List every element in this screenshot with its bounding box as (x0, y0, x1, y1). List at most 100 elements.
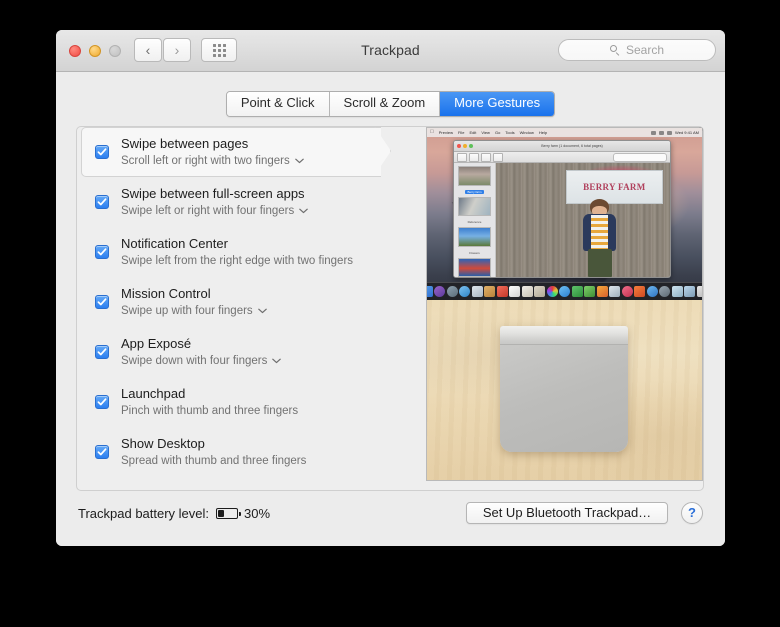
gesture-title: Notification Center (121, 236, 228, 251)
apple-logo-icon:  (430, 130, 434, 135)
gesture-subtitle-text: Pinch with thumb and three fingers (121, 405, 299, 417)
battery-fill (218, 510, 224, 517)
gesture-title: App Exposé (121, 336, 192, 351)
gesture-text: Mission Control Swipe up with four finge… (121, 285, 267, 319)
chevron-down-icon[interactable] (257, 304, 267, 319)
gesture-title: Launchpad (121, 386, 186, 401)
battery-label: Trackpad battery level: (78, 506, 210, 521)
gesture-list: Swipe between pages Scroll left or right… (77, 127, 412, 490)
gesture-subtitle: Swipe left from the right edge with two … (121, 254, 353, 269)
tab-more-gestures[interactable]: More Gestures (440, 92, 555, 116)
toolbar-icon (493, 152, 503, 162)
tab-point-and-click[interactable]: Point & Click (226, 92, 330, 116)
trackpad-surface (500, 345, 628, 452)
toolbar-icon (481, 152, 491, 162)
thumbnail-item (458, 196, 491, 216)
gesture-checkbox[interactable] (95, 245, 109, 259)
desktop-screenshot:  Preview File Edit View Go Tools Window… (427, 128, 702, 300)
gesture-title: Mission Control (121, 286, 211, 301)
gesture-row-show-desktop[interactable]: Show Desktop Spread with thumb and three… (77, 427, 412, 477)
battery-status: Trackpad battery level: 30% (78, 506, 270, 521)
gesture-subtitle: Swipe left or right with four fingers (121, 204, 309, 219)
gesture-subtitle-text: Swipe left from the right edge with two … (121, 255, 354, 267)
gestures-panel: Swipe between pages Scroll left or right… (76, 126, 704, 491)
gesture-row-swipe-between-pages[interactable]: Swipe between pages Scroll left or right… (77, 127, 412, 177)
gesture-row-notification-center[interactable]: Notification Center Swipe left from the … (77, 227, 412, 277)
chevron-down-icon[interactable] (272, 354, 282, 369)
toolbar-icon (469, 152, 479, 162)
menubar-item-window: Window (515, 130, 534, 135)
gesture-row-swipe-between-full-screen-apps[interactable]: Swipe between full-screen apps Swipe lef… (77, 177, 412, 227)
menubar-item-tools: Tools (501, 130, 514, 135)
gesture-checkbox[interactable] (95, 345, 109, 359)
gesture-checkbox[interactable] (95, 145, 109, 159)
preview-search-field (613, 152, 667, 162)
menubar-item-help: Help (535, 130, 547, 135)
trackpad-preferences-window: ‹ › Trackpad Search Point & Click Scroll… (56, 30, 725, 546)
menubar-item-go: Go (491, 130, 500, 135)
gesture-checkbox[interactable] (95, 395, 109, 409)
chevron-down-icon[interactable] (299, 204, 309, 219)
gesture-subtitle-text: Swipe left or right with four fingers (121, 205, 295, 217)
gesture-subtitle-text: Spread with thumb and three fingers (121, 455, 307, 467)
photo-sign-text: BERRY FARM (583, 181, 646, 192)
magic-trackpad (500, 326, 628, 452)
gesture-subtitle-text: Scroll left or right with two fingers (121, 155, 290, 167)
preview-app-body: Berry farm Reference Flowers BERRY FARM (454, 163, 670, 277)
gesture-preview-media:  Preview File Edit View Go Tools Window… (426, 127, 703, 481)
gesture-row-mission-control[interactable]: Mission Control Swipe up with four finge… (77, 277, 412, 327)
selected-row-pointer (349, 127, 395, 177)
window-titlebar: ‹ › Trackpad Search (56, 30, 725, 72)
gesture-subtitle-text: Swipe down with four fingers (121, 355, 268, 367)
menubar-app-name: Preview (435, 130, 453, 135)
gesture-title: Swipe between full-screen apps (121, 186, 305, 201)
gesture-subtitle: Pinch with thumb and three fingers (121, 404, 298, 419)
gesture-subtitle: Swipe up with four fingers (121, 304, 267, 319)
preview-app-toolbar (454, 152, 670, 163)
search-input[interactable]: Search (558, 39, 716, 61)
preview-traffic-lights (457, 144, 473, 148)
person-pants (587, 249, 612, 277)
gesture-checkbox[interactable] (95, 195, 109, 209)
segmented-control: Point & Click Scroll & Zoom More Gesture… (225, 91, 556, 117)
thumbnail-label: Reference (467, 220, 482, 224)
gesture-row-app-expose[interactable]: App Exposé Swipe down with four fingers (77, 327, 412, 377)
gesture-row-launchpad[interactable]: Launchpad Pinch with thumb and three fin… (77, 377, 412, 427)
gesture-subtitle-text: Swipe up with four fingers (121, 305, 253, 317)
preview-app-window: Berry farm (1 document, 6 total pages) B… (453, 140, 671, 278)
thumbnail-item (458, 227, 491, 247)
battery-percent: 30% (244, 506, 271, 521)
preview-thumbnail-sidebar: Berry farm Reference Flowers (454, 163, 496, 277)
bottom-bar: Trackpad battery level: 30% Set Up Bluet… (56, 494, 725, 546)
gesture-checkbox[interactable] (95, 445, 109, 459)
photo-subject-person (580, 199, 620, 277)
gesture-text: App Exposé Swipe down with four fingers (121, 335, 282, 369)
gesture-text: Swipe between full-screen apps Swipe lef… (121, 185, 309, 219)
trackpad-battery-bar (500, 326, 628, 345)
tab-bar: Point & Click Scroll & Zoom More Gesture… (56, 91, 725, 117)
tab-scroll-and-zoom[interactable]: Scroll & Zoom (329, 92, 441, 116)
thumbnail-item (458, 166, 491, 186)
menubar-item-file: File (454, 130, 464, 135)
desktop-dock (427, 282, 702, 300)
gesture-checkbox[interactable] (95, 295, 109, 309)
gesture-title: Swipe between pages (121, 136, 249, 151)
preview-app-title: Berry farm (1 document, 6 total pages) (541, 144, 603, 148)
gesture-text: Show Desktop Spread with thumb and three… (121, 435, 306, 469)
window-content: Point & Click Scroll & Zoom More Gesture… (56, 72, 725, 546)
chevron-down-icon[interactable] (294, 154, 304, 169)
help-button[interactable]: ? (681, 502, 703, 524)
search-placeholder: Search (625, 43, 665, 57)
person-striped-shirt (590, 214, 609, 252)
gesture-text: Notification Center Swipe left from the … (121, 235, 353, 269)
toolbar-icon (457, 152, 467, 162)
gesture-text: Swipe between pages Scroll left or right… (121, 135, 304, 169)
menubar-item-view: View (477, 130, 490, 135)
thumbnail-label: Flowers (469, 250, 480, 255)
gesture-text: Launchpad Pinch with thumb and three fin… (121, 385, 298, 419)
set-up-bluetooth-trackpad-button[interactable]: Set Up Bluetooth Trackpad… (466, 502, 668, 524)
trackpad-device-photo (427, 300, 702, 480)
menubar-clock: Wed 9:41 AM (675, 130, 699, 135)
gesture-subtitle: Scroll left or right with two fingers (121, 154, 304, 169)
desktop-menubar:  Preview File Edit View Go Tools Window… (427, 128, 702, 137)
